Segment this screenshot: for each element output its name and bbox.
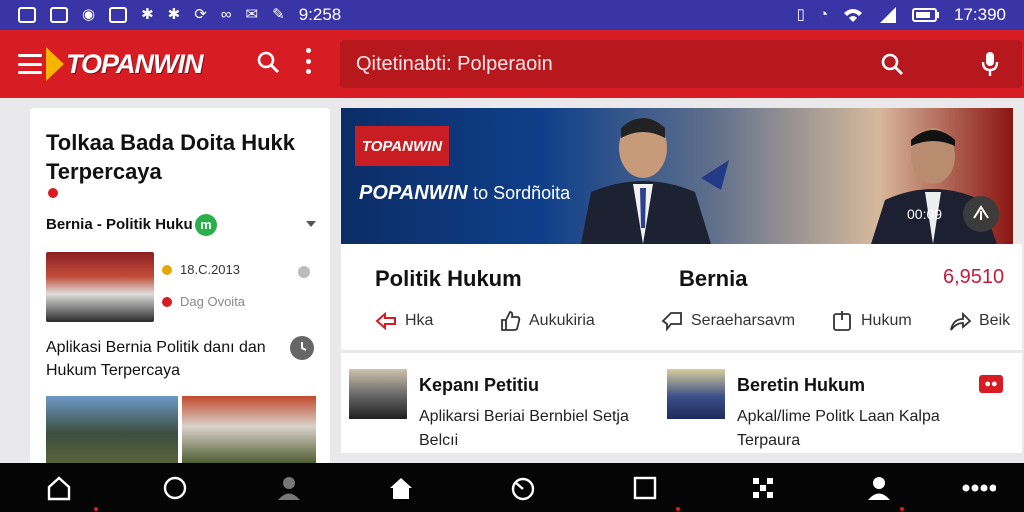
nav-grid-icon[interactable] [750,475,776,501]
news-date-text: 18.C.2013 [180,262,240,277]
card-thumbnail [667,369,725,419]
nav-indicator-dot [94,507,98,511]
nav-home-circle-icon[interactable] [162,475,188,501]
thumbs-up-icon [501,311,521,331]
status-dot-icon [298,266,310,278]
vibrate-icon: ▯ [796,6,805,23]
message-icon: ✎ [272,6,285,23]
mail-notification-icon [50,7,68,23]
category-badge: m [194,214,217,236]
like-button[interactable]: Aukukiria [499,310,661,332]
sync-icon: ⟳ [194,6,207,23]
voicemail-icon: ∞ [220,6,232,23]
status-time-left: 9:258 [298,5,342,24]
nav-trending-icon[interactable] [510,475,536,501]
bookmark-label: Hukum [861,312,912,329]
app-notification-icon [109,7,128,23]
hero-caption-main: POPANWIN [359,182,468,204]
battery-icon [912,8,939,22]
nav-square-icon[interactable] [632,475,658,501]
location-notification-icon: ◉ [82,6,96,23]
live-indicator-icon [48,188,58,198]
like-label: Aukukiria [529,312,595,329]
search-placeholder: Qitetinabti: Polperaoin [356,52,553,75]
news-date: 18.C.2013 [162,262,240,277]
signal-icon [880,7,896,23]
forward-label: Beik [979,312,1011,329]
wifi-icon [844,9,862,22]
hero-logo: TOPANWIN [355,126,449,166]
share-label: Hka [405,312,434,329]
video-duration: 00:09 [907,206,943,222]
comment-button[interactable]: Seraeharsavm [661,310,831,332]
card-title: Beretin Hukum [737,375,866,395]
share-button[interactable]: Hka [375,310,499,332]
category-selector[interactable]: Bernia - Politik Huku m [46,214,217,236]
bookmark-button[interactable]: Hukum [831,310,949,332]
search-field-icon[interactable] [880,52,904,76]
card-badge: ●● [979,375,1003,393]
comment-label: Seraeharsavm [691,312,796,329]
news-headline[interactable]: Aplikasi Bernia Politik danı dan Hukum T… [46,336,286,382]
bluetooth-alt-icon: ✱ [167,6,181,23]
nav-indicator-dot [900,507,904,511]
forward-button[interactable]: Beik [949,310,1010,332]
news-card[interactable]: Kepanı Petitiu Aplikarsi Beriai Bernbiel… [341,353,659,453]
hamburger-menu-icon[interactable] [18,54,42,74]
clock-icon[interactable] [290,336,314,360]
action-row: Hka Aukukiria Seraeharsavm Hukum Beik [375,310,1015,332]
card-body: Aplikarsi Beriai Bernbiel Setja Belcıi [419,408,629,449]
logo-text: TOPANWIN [66,48,203,79]
news-thumbnail[interactable] [46,252,154,322]
nav-indicator-dot [676,507,680,511]
video-category[interactable]: Bernia [679,266,747,292]
nav-back-home-icon[interactable] [46,475,72,501]
app-bar: TOPANWIN Qitetinabti: Polperaoin [0,30,1024,98]
video-title: Politik Hukum [375,266,522,291]
source-icon [162,296,172,307]
hero-caption-sub: to Sordñoita [473,183,571,203]
image-notification-icon [18,7,36,23]
share-arrow-icon [375,311,396,331]
category-label: Bernia - Politik Huku [46,215,193,233]
bookmark-icon [833,311,851,331]
hero-caption: POPANWIN to Sordñoita [359,182,570,205]
date-icon [162,264,172,275]
microphone-icon[interactable] [980,50,1000,78]
card-thumbnail [349,369,407,419]
more-options-icon[interactable] [304,48,312,74]
bottom-navigation [0,463,1024,512]
search-icon[interactable] [256,50,280,74]
forward-icon [950,311,971,331]
settings-button-icon[interactable] [963,196,999,232]
logo-triangle-icon [46,47,64,81]
news-image-left[interactable] [46,396,178,464]
nav-more-icon[interactable] [962,475,997,501]
featured-video[interactable]: TOPANWIN POPANWIN to Sordñoita 00:09 [341,108,1013,244]
status-time-right: 17:390 [954,5,1006,24]
related-news-list: Kepanı Petitiu Aplikarsi Beriai Bernbiel… [341,353,1022,453]
gmail-icon: ✉ [245,6,259,23]
alarm-icon: ◔ [818,6,828,23]
nav-home-icon[interactable] [388,475,414,501]
card-body: Apkal/lime Politk Laan Kalpa Terpaura [737,408,940,449]
news-source-text: Dag Ovoita [180,294,246,309]
panel-title: Tolkaa Bada Doita Hukk Terpercaya [46,130,295,184]
nav-account-icon[interactable] [866,475,892,501]
bluetooth-icon: ✱ [141,6,154,23]
video-info-bar: Politik Hukum Bernia 6,9510 Hka Aukukiri… [341,244,1022,350]
presenter-figure [581,118,729,244]
comment-icon [661,312,682,332]
news-sidebar-panel: Tolkaa Bada Doita Hukk Terpercaya Bernia… [30,108,330,464]
chevron-down-icon[interactable] [306,221,316,227]
news-card[interactable]: Beretin Hukum Apkal/lime Politk Laan Kal… [665,353,1022,453]
news-source: Dag Ovoita [162,294,245,309]
card-title: Kepanı Petitiu [419,375,540,395]
app-logo[interactable]: TOPANWIN [46,47,203,81]
news-image-right[interactable] [182,396,316,464]
status-bar: ◉ ✱ ✱ ⟳ ∞ ✉ ✎ 9:258 ▯ ◔ 17:390 [0,0,1024,30]
view-count: 6,9510 [943,266,1005,288]
search-input[interactable]: Qitetinabti: Polperaoin [340,40,1022,88]
nav-profile-icon[interactable] [276,475,302,501]
